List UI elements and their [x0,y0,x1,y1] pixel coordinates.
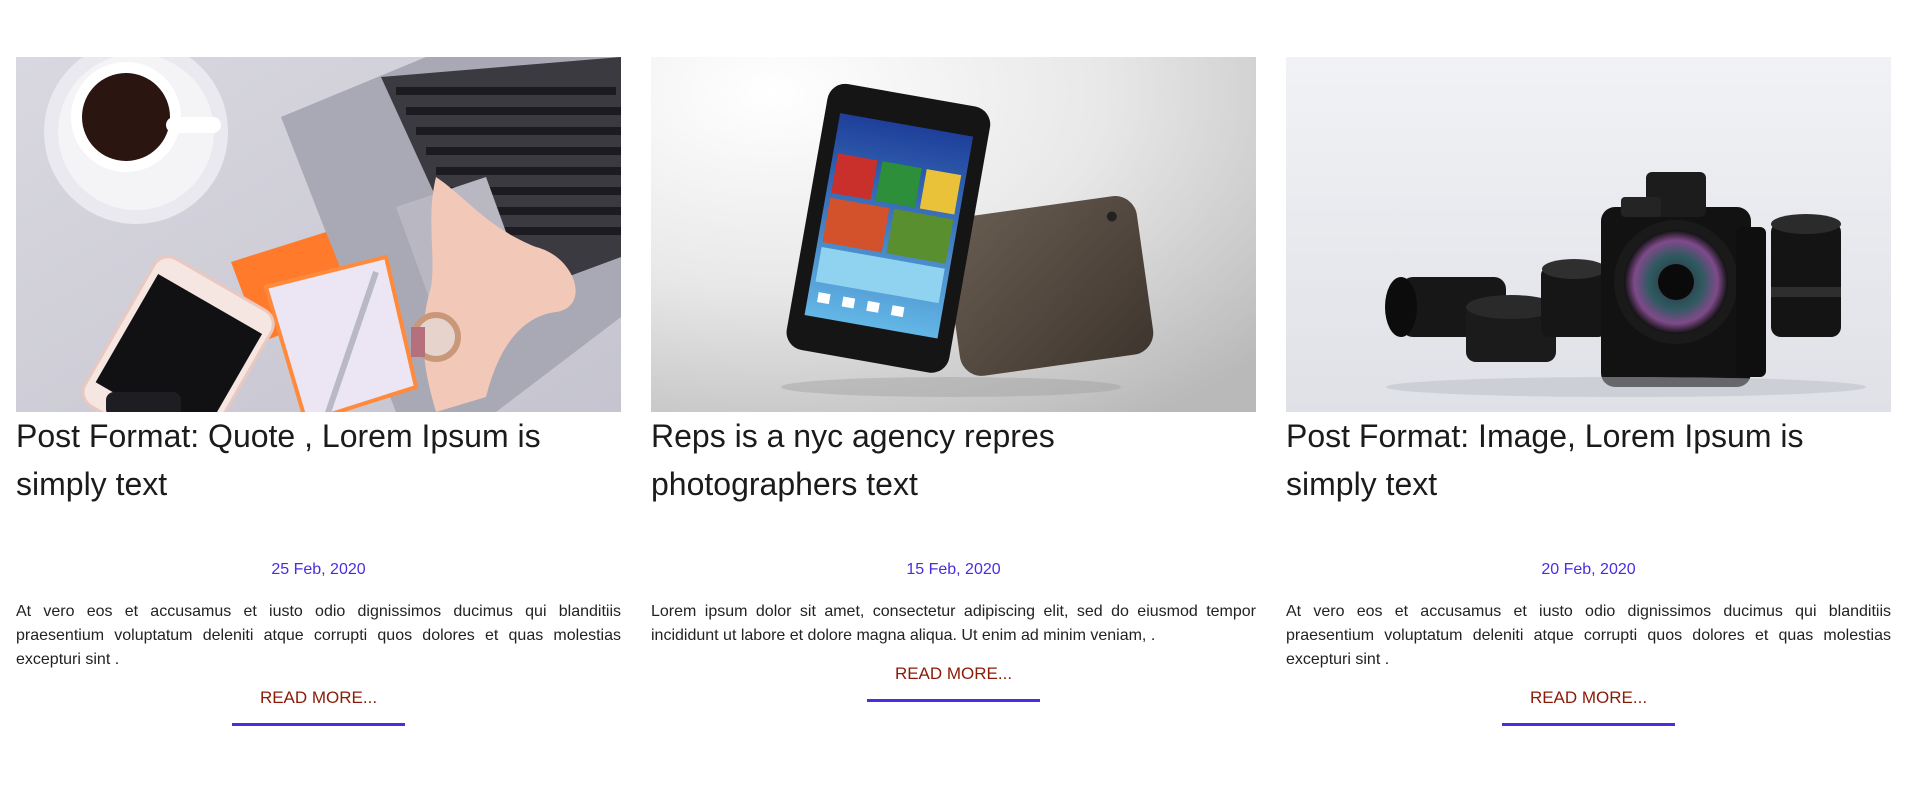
read-more-container: READ MORE... [1286,687,1891,726]
blog-post-card: Reps is a nyc agency repres photographer… [651,57,1256,726]
blog-post-card: Post Format: Quote , Lorem Ipsum is simp… [16,57,621,726]
post-excerpt: At vero eos et accusamus et iusto odio d… [1286,603,1891,668]
camera-lenses-image [1286,57,1891,412]
post-thumbnail-link[interactable] [651,57,1256,412]
post-title: Post Format: Image, Lorem Ipsum is simpl… [1286,412,1891,508]
post-excerpt: Lorem ipsum dolor sit amet, consectetur … [651,603,1256,644]
post-date[interactable]: 25 Feb, 2020 [16,560,621,580]
blog-post-grid: Post Format: Quote , Lorem Ipsum is simp… [16,57,1891,726]
post-date[interactable]: 15 Feb, 2020 [651,560,1256,580]
tablet-image [651,57,1256,412]
post-title-link[interactable]: Post Format: Quote , Lorem Ipsum is simp… [16,418,541,502]
read-more-link[interactable]: READ MORE... [1501,687,1676,726]
post-thumbnail-link[interactable] [1286,57,1891,412]
read-more-link[interactable]: READ MORE... [866,663,1041,702]
post-title-link[interactable]: Post Format: Image, Lorem Ipsum is simpl… [1286,418,1804,502]
read-more-container: READ MORE... [651,663,1256,702]
post-title: Post Format: Quote , Lorem Ipsum is simp… [16,412,621,508]
post-excerpt: At vero eos et accusamus et iusto odio d… [16,603,621,668]
post-title: Reps is a nyc agency repres photographer… [651,412,1256,508]
post-date[interactable]: 20 Feb, 2020 [1286,560,1891,580]
read-more-link[interactable]: READ MORE... [231,687,406,726]
blog-post-card: Post Format: Image, Lorem Ipsum is simpl… [1286,57,1891,726]
post-thumbnail-link[interactable] [16,57,621,412]
laptop-desk-image [16,57,621,412]
post-title-link[interactable]: Reps is a nyc agency repres photographer… [651,418,1055,502]
read-more-container: READ MORE... [16,687,621,726]
